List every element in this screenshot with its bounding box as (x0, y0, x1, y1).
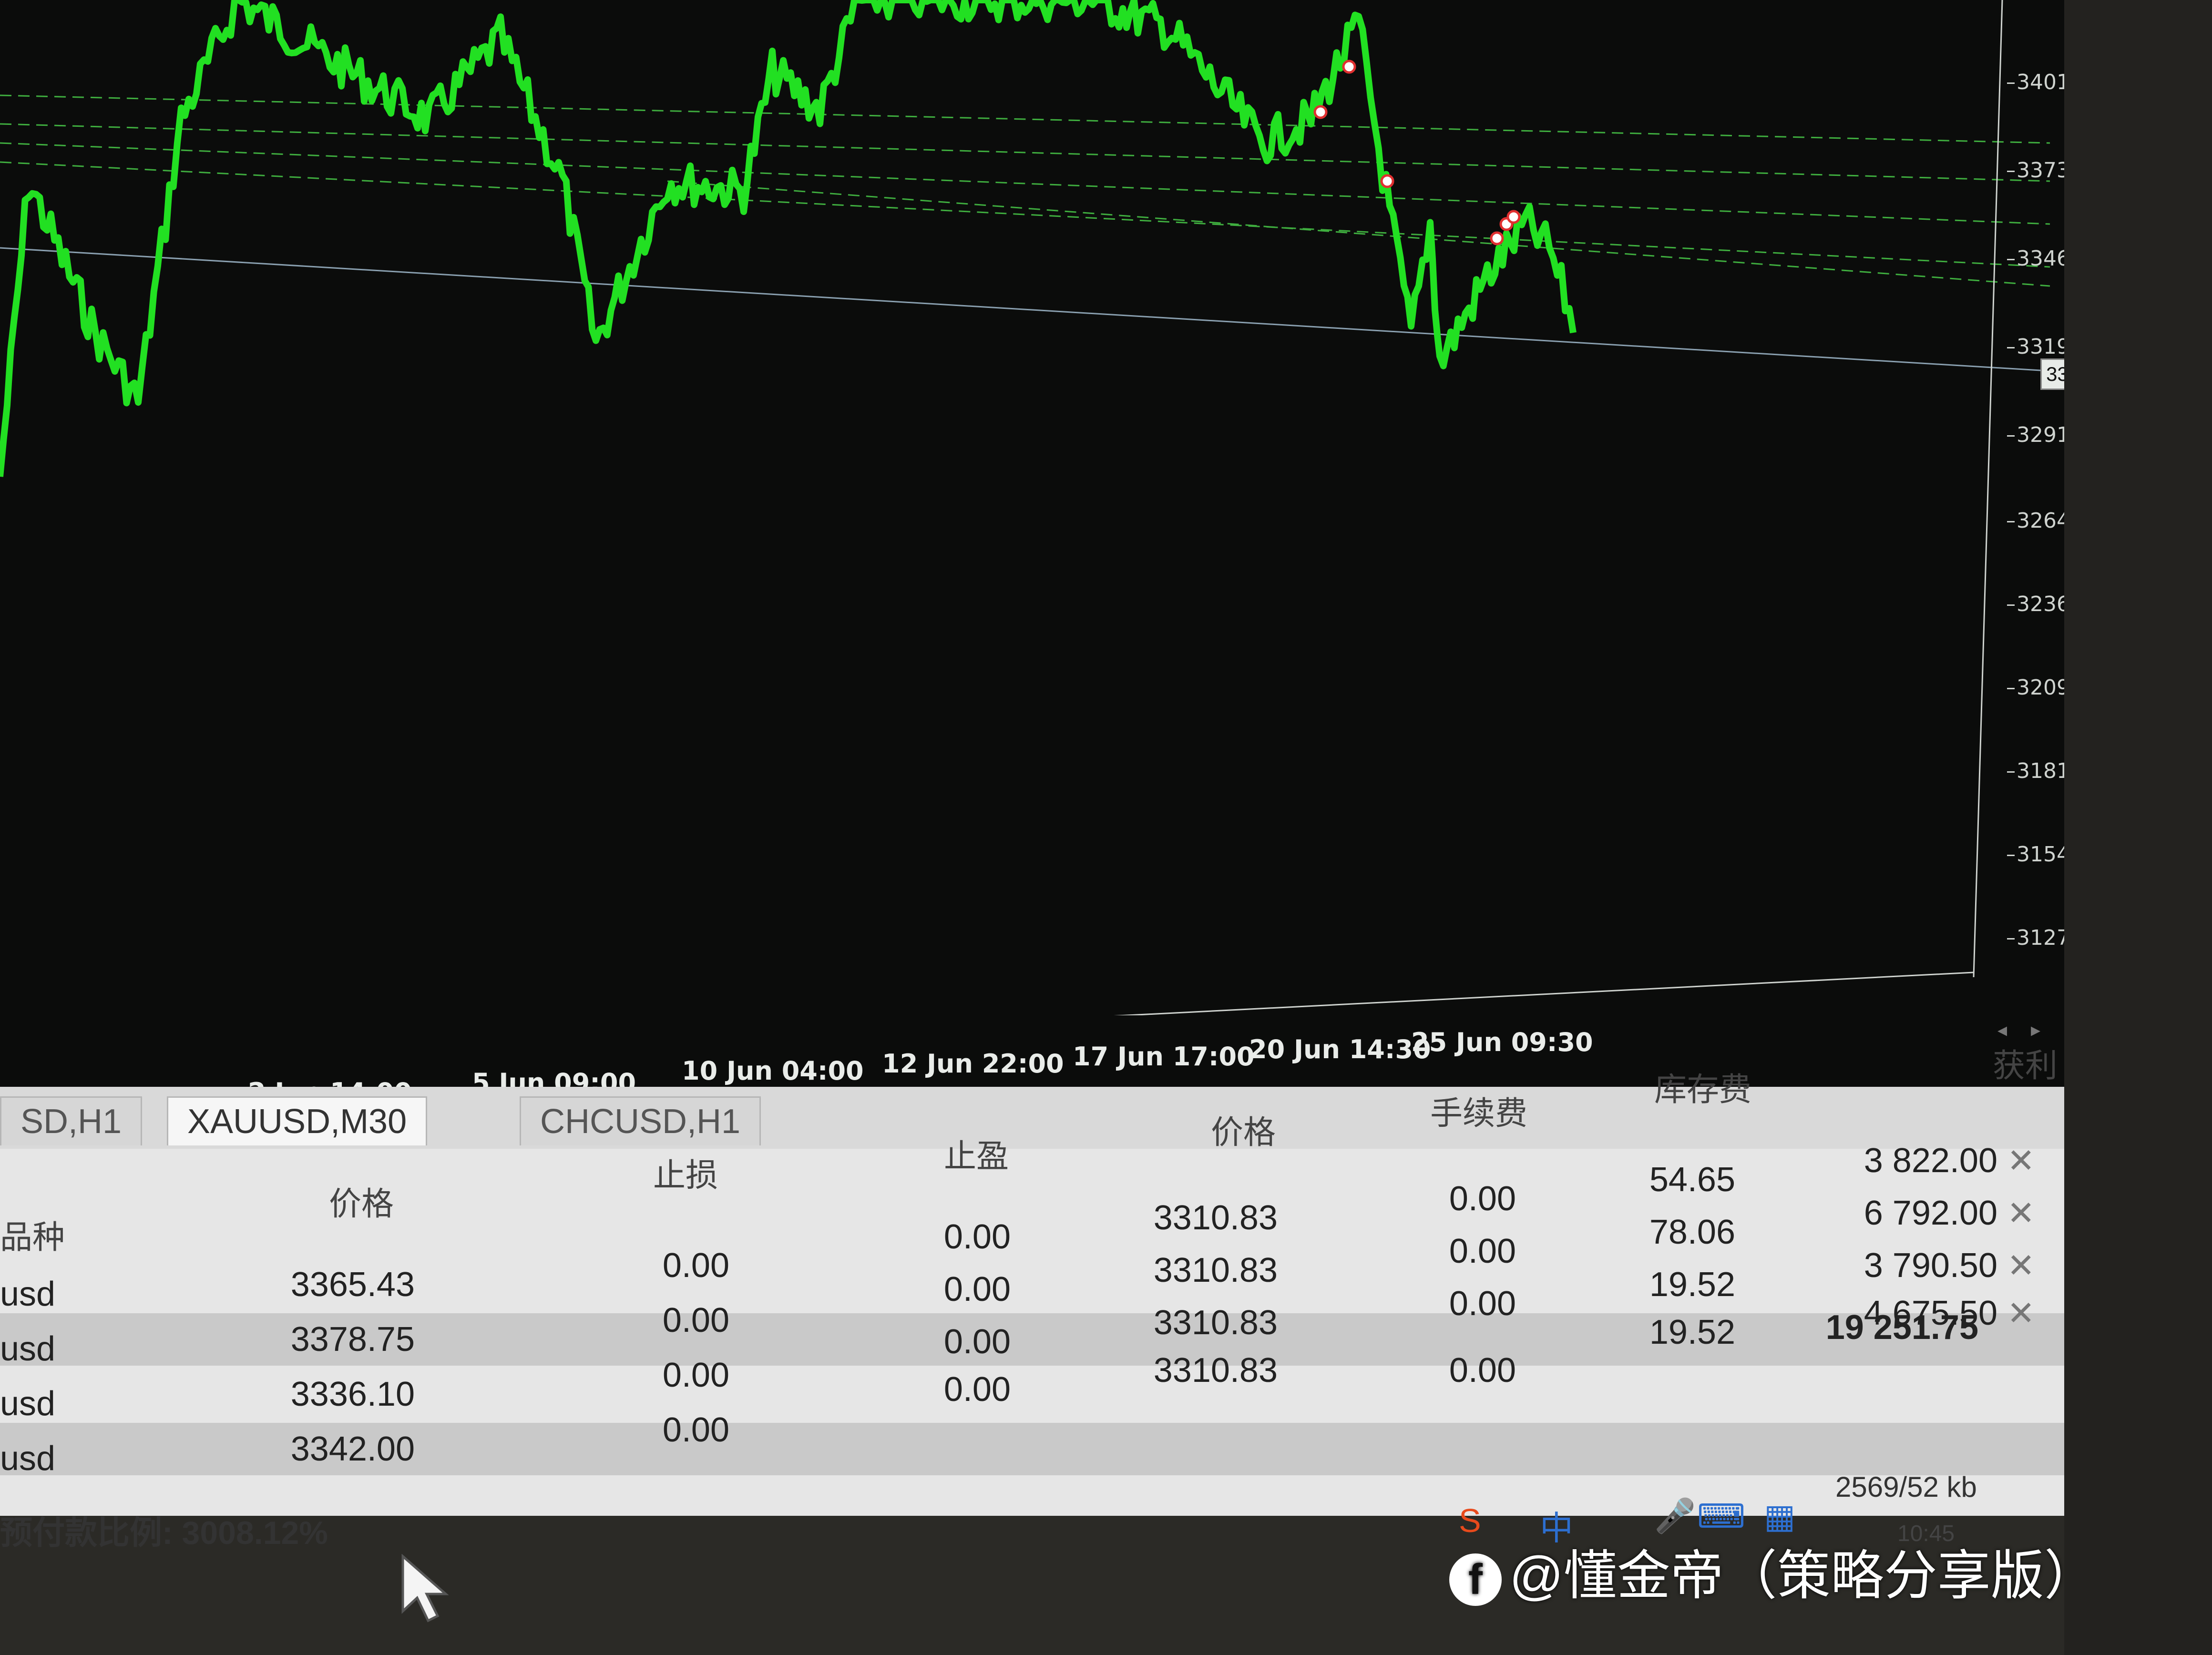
chart-tab-bar: SD,H1 XAUUSD,M30 CHCUSD,H1 (0, 1087, 2064, 1149)
row-swap: 78.06 (1649, 1213, 1735, 1251)
header-symbol: 品种 (0, 1219, 65, 1256)
row-current-price: 3310.83 (1153, 1304, 1278, 1342)
price-axis-tick (2007, 521, 2015, 522)
close-position-icon[interactable]: ✕ (2007, 1134, 2035, 1187)
current-price-line (0, 247, 2064, 373)
tab-chcusd-h1[interactable]: CHCUSD,H1 (520, 1096, 761, 1145)
order-level-line (0, 142, 2050, 225)
row-commission: 0.00 (1449, 1180, 1516, 1218)
tab-sd-h1[interactable]: SD,H1 (0, 1096, 143, 1145)
row-stop-loss: 0.00 (662, 1246, 729, 1285)
scroll-right-icon[interactable]: ▸ (2031, 1019, 2040, 1041)
time-axis-label: 12 Jun 22:00 (882, 1049, 1064, 1079)
total-commission: 0.00 (1449, 1351, 1516, 1389)
row-commission: 0.00 (1449, 1285, 1516, 1323)
row-take-profit: 0.00 (943, 1218, 1011, 1256)
row-take-profit: 0.00 (943, 1323, 1011, 1361)
trade-marker[interactable] (1490, 231, 1504, 245)
row-profit: 3 790.50 (1864, 1246, 1997, 1285)
monitor-bezel (2064, 0, 2212, 1655)
close-position-icon[interactable]: ✕ (2007, 1239, 2035, 1292)
row-open-price: 3378.75 (290, 1320, 415, 1359)
mouse-cursor-icon (401, 1554, 449, 1623)
order-level-line (0, 123, 2050, 182)
chart-canvas[interactable] (0, 0, 2064, 1015)
facebook-logo-icon: f (1449, 1553, 1502, 1606)
row-swap: 54.65 (1649, 1161, 1735, 1199)
total-profit: 19 251.75 (1825, 1308, 1978, 1347)
trade-marker[interactable] (1506, 210, 1521, 224)
price-axis-tick (2007, 259, 2015, 260)
watermark: f @懂金帝（策略分享版）+ (1449, 1532, 2129, 1606)
apps-grid-icon[interactable]: ▦ (1764, 1497, 1795, 1536)
price-axis-tick (2007, 82, 2015, 84)
price-series-line (0, 0, 1577, 477)
row-current-price: 3310.83 (1153, 1251, 1278, 1289)
close-position-icon[interactable]: ✕ (2007, 1187, 2035, 1239)
order-level-line (0, 94, 2050, 144)
chart-bottom-border (1114, 971, 1974, 1015)
trade-marker[interactable] (1342, 60, 1356, 74)
time-axis-label: 25 Jun 09:30 (1411, 1027, 1593, 1057)
header-swap: 库存费 (1654, 1072, 1752, 1108)
header-open-price: 价格 (329, 1186, 394, 1222)
row-profit: 3 822.00 (1864, 1142, 1997, 1180)
row-open-price: 3365.43 (290, 1266, 415, 1304)
row-stop-loss: 0.00 (662, 1356, 729, 1394)
price-axis-tick (2007, 771, 2015, 773)
row-stop-loss: 0.00 (662, 1411, 729, 1449)
row-symbol: usd (0, 1440, 56, 1478)
header-current-price: 价格 (1211, 1114, 1276, 1151)
row-open-price: 3336.10 (290, 1375, 415, 1413)
row-swap: 19.52 (1649, 1266, 1735, 1304)
price-axis-tick (2007, 347, 2015, 348)
watermark-text: @懂金帝（策略分享版）+ (1509, 1546, 2129, 1605)
time-axis-label: 17 Jun 17:00 (1073, 1042, 1255, 1072)
margin-level-text: 预付款比例: 3008.12% (0, 1515, 328, 1551)
close-position-icon[interactable]: ✕ (2007, 1287, 2035, 1339)
keyboard-icon[interactable]: ⌨ (1697, 1497, 1745, 1536)
row-profit: 6 792.00 (1864, 1194, 1997, 1232)
row-current-price: 3310.83 (1153, 1351, 1278, 1389)
price-chart[interactable] (0, 0, 2064, 1015)
row-take-profit: 0.00 (943, 1270, 1011, 1308)
microphone-icon[interactable]: 🎤 (1654, 1497, 1696, 1536)
time-axis-label: 10 Jun 04:00 (682, 1056, 864, 1086)
row-commission: 0.00 (1449, 1232, 1516, 1270)
order-level-line (0, 161, 2050, 268)
price-axis-tick (2007, 855, 2015, 856)
trade-marker[interactable] (1313, 105, 1328, 119)
row-symbol: usd (0, 1275, 56, 1313)
tab-xauusd-m30[interactable]: XAUUSD,M30 (167, 1096, 428, 1145)
trade-marker[interactable] (1380, 174, 1394, 188)
row-current-price: 3310.83 (1153, 1199, 1278, 1237)
price-axis-tick (2007, 604, 2015, 606)
header-take-profit: 止盈 (944, 1138, 1009, 1175)
row-swap: 19.52 (1649, 1313, 1735, 1351)
row-stop-loss: 0.00 (662, 1301, 729, 1339)
row-take-profit: 0.00 (943, 1370, 1011, 1409)
price-axis-tick (2007, 171, 2015, 172)
price-axis-tick (2007, 435, 2015, 437)
row-symbol: usd (0, 1330, 56, 1368)
time-axis-label: 20 Jun 14:30 (1249, 1034, 1431, 1064)
row-symbol: usd (0, 1385, 56, 1423)
network-status: 2569/52 kb (1835, 1471, 1977, 1503)
price-axis-tick (2007, 688, 2015, 689)
header-commission: 手续费 (1430, 1095, 1528, 1132)
chart-right-border (1973, 0, 2003, 978)
margin-level-summary: 预付款比例: 3008.12% (0, 1497, 858, 1554)
scroll-left-icon[interactable]: ◂ (1997, 1019, 2007, 1041)
header-stop-loss: 止损 (653, 1157, 718, 1194)
row-open-price: 3342.00 (290, 1430, 415, 1468)
header-profit: 获利 (1993, 1048, 2058, 1084)
price-axis-tick (2007, 938, 2015, 940)
